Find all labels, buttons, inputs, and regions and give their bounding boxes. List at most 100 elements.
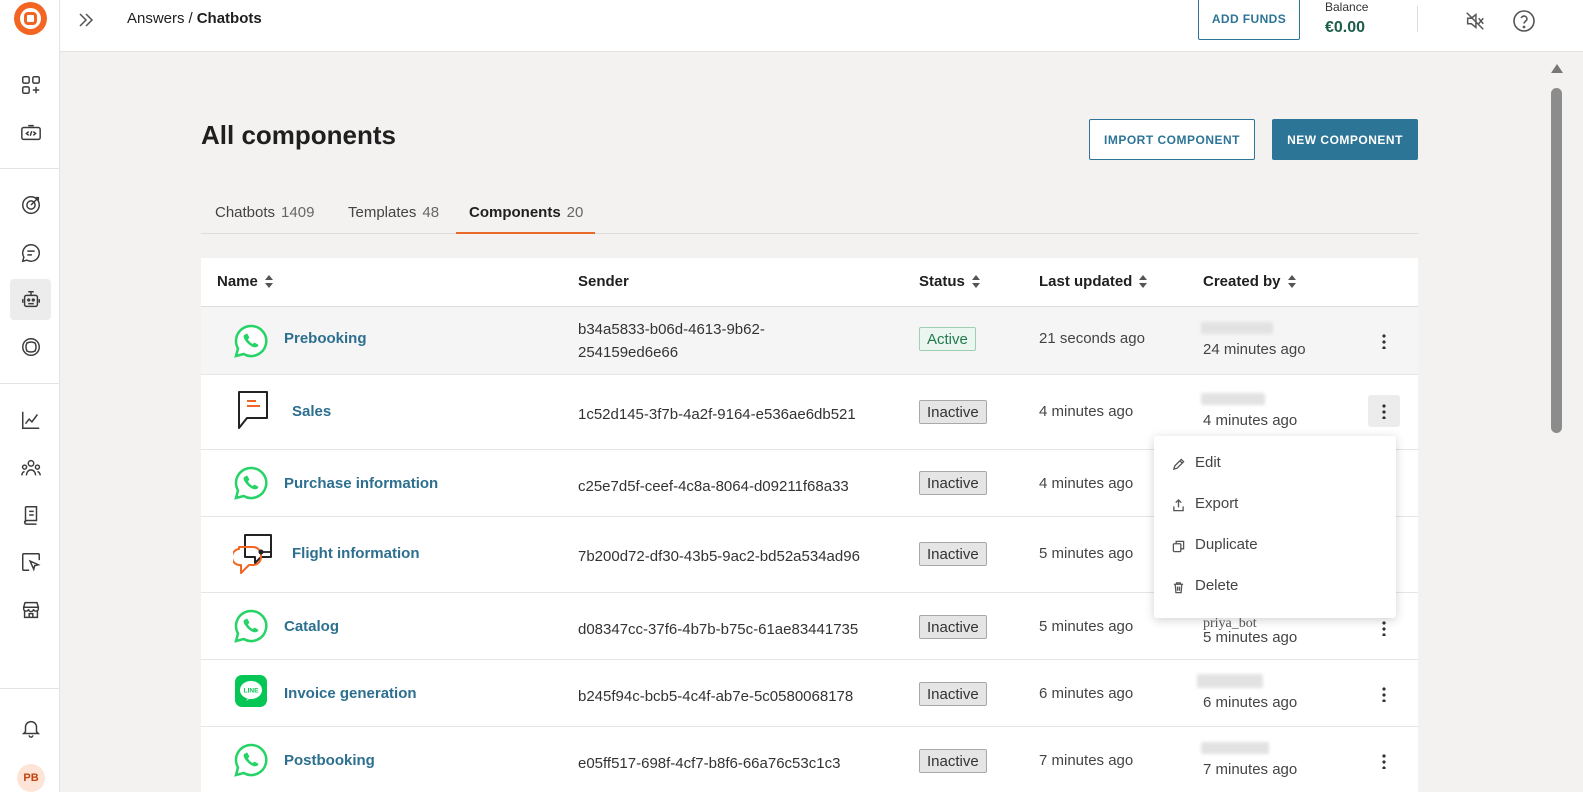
column-label: Sender bbox=[578, 273, 629, 290]
page-title: All components bbox=[201, 120, 397, 150]
redacted-creator bbox=[1201, 742, 1269, 754]
brand-logo-icon[interactable] bbox=[14, 2, 47, 35]
scroll-thumb[interactable] bbox=[1551, 88, 1562, 433]
expand-sidebar-icon[interactable] bbox=[76, 10, 96, 30]
status-badge: Inactive bbox=[919, 615, 987, 639]
row-name-link[interactable]: Purchase information bbox=[284, 475, 438, 492]
sort-icon[interactable] bbox=[1138, 275, 1148, 289]
breadcrumb-current: Chatbots bbox=[196, 10, 262, 27]
whatsapp-icon bbox=[234, 743, 268, 777]
store-icon[interactable] bbox=[10, 589, 51, 630]
duplicate-icon bbox=[1172, 540, 1185, 553]
whatsapp-icon bbox=[234, 466, 268, 500]
trash-icon bbox=[1173, 582, 1184, 594]
status-badge: Active bbox=[919, 327, 976, 351]
row-name-link[interactable]: Sales bbox=[292, 403, 331, 420]
tab-components[interactable]: Components 20 bbox=[456, 196, 596, 234]
apps-icon[interactable] bbox=[10, 64, 51, 105]
new-component-button[interactable]: NEW COMPONENT bbox=[1272, 119, 1418, 160]
sort-icon[interactable] bbox=[971, 275, 981, 289]
book-icon[interactable] bbox=[10, 494, 51, 535]
analytics-icon[interactable] bbox=[10, 399, 51, 440]
row-created-by: 4 minutes ago bbox=[1203, 412, 1298, 429]
export-icon bbox=[1173, 499, 1184, 512]
svg-text:LINE: LINE bbox=[244, 688, 259, 695]
row-name-link[interactable]: Prebooking bbox=[284, 330, 367, 347]
ai-icon[interactable] bbox=[10, 326, 51, 367]
partial-creator-name: priya_bot bbox=[1203, 616, 1257, 631]
whatsapp-icon bbox=[234, 324, 268, 358]
select-icon[interactable] bbox=[10, 541, 51, 582]
balance-label: Balance bbox=[1325, 0, 1369, 14]
sidebar-divider bbox=[0, 688, 59, 689]
avatar[interactable]: PB bbox=[17, 764, 45, 792]
column-header-sender: Sender bbox=[578, 273, 629, 290]
live-chat-icon bbox=[233, 534, 272, 574]
sound-muted-icon[interactable] bbox=[1464, 10, 1486, 32]
row-last-updated: 4 minutes ago bbox=[1039, 475, 1134, 492]
table-row[interactable]: Prebooking b34a5833-b06d-4613-9b62-25415… bbox=[201, 307, 1418, 375]
row-name-link[interactable]: Invoice generation bbox=[284, 685, 417, 702]
menu-item-delete[interactable]: Delete bbox=[1154, 565, 1396, 606]
row-created-by: 6 minutes ago bbox=[1203, 694, 1298, 711]
table-row[interactable]: LINE Invoice generation b245f94c-bcb5-4c… bbox=[201, 660, 1418, 727]
row-sender: 1c52d145-3f7b-4a2f-9164-e536ae6db521 bbox=[578, 406, 856, 423]
menu-item-duplicate[interactable]: Duplicate bbox=[1154, 524, 1396, 565]
add-funds-button[interactable]: ADD FUNDS bbox=[1198, 0, 1300, 40]
row-name-link[interactable]: Flight information bbox=[292, 545, 419, 562]
column-header-status[interactable]: Status bbox=[919, 273, 981, 290]
tab-templates[interactable]: Templates 48 bbox=[348, 196, 439, 234]
row-sender: 7b200d72-df30-43b5-9ac2-bd52a534ad96 bbox=[578, 548, 860, 565]
tab-label: Templates bbox=[348, 204, 417, 221]
column-header-name[interactable]: Name bbox=[217, 273, 274, 290]
table-header: Name Sender Status Last updated Created … bbox=[201, 258, 1418, 307]
import-component-button[interactable]: IMPORT COMPONENT bbox=[1089, 119, 1255, 160]
breadcrumb-parent[interactable]: Answers bbox=[127, 10, 185, 27]
row-more-icon[interactable] bbox=[1368, 678, 1400, 710]
breadcrumb-separator: / bbox=[188, 10, 193, 27]
menu-item-label: Export bbox=[1195, 495, 1239, 512]
page-scrollbar[interactable] bbox=[1548, 56, 1564, 792]
menu-item-export[interactable]: Export bbox=[1154, 483, 1396, 524]
row-more-icon[interactable] bbox=[1368, 745, 1400, 777]
row-context-menu: Edit Export Duplicate Delete bbox=[1154, 436, 1396, 618]
row-sender: b245f94c-bcb5-4c4f-ab7e-5c0580068178 bbox=[578, 688, 854, 705]
row-last-updated: 5 minutes ago bbox=[1039, 618, 1134, 635]
column-label: Created by bbox=[1203, 273, 1281, 290]
sort-icon[interactable] bbox=[1287, 275, 1297, 289]
table-row[interactable]: Postbooking e05ff517-698f-4cf7-b8f6-66a7… bbox=[201, 727, 1418, 792]
menu-item-edit[interactable]: Edit bbox=[1154, 442, 1396, 483]
sort-icon[interactable] bbox=[264, 275, 274, 289]
row-sender: c25e7d5f-ceef-4c8a-8064-d09211f68a33 bbox=[578, 478, 849, 495]
tab-label: Chatbots bbox=[215, 204, 276, 221]
tab-label: Components bbox=[469, 204, 561, 221]
row-created-by: 24 minutes ago bbox=[1203, 341, 1306, 358]
menu-item-label: Delete bbox=[1195, 577, 1239, 594]
column-header-created-by[interactable]: Created by bbox=[1203, 273, 1297, 290]
row-more-icon[interactable] bbox=[1368, 325, 1400, 357]
sidebar-divider bbox=[0, 168, 59, 169]
scroll-up-arrow-icon[interactable] bbox=[1551, 64, 1563, 73]
robot-icon[interactable] bbox=[10, 279, 51, 320]
row-name-link[interactable]: Postbooking bbox=[284, 752, 375, 769]
row-last-updated: 7 minutes ago bbox=[1039, 752, 1134, 769]
help-icon[interactable] bbox=[1512, 9, 1536, 33]
line-icon: LINE bbox=[235, 675, 267, 707]
menu-item-label: Duplicate bbox=[1195, 536, 1258, 553]
sidebar: PB bbox=[0, 0, 60, 792]
row-name-link[interactable]: Catalog bbox=[284, 618, 339, 635]
target-icon[interactable] bbox=[10, 184, 51, 225]
chat-icon[interactable] bbox=[10, 232, 51, 273]
tab-chatbots[interactable]: Chatbots 1409 bbox=[215, 196, 314, 234]
column-label: Last updated bbox=[1039, 273, 1133, 290]
row-created-by: 7 minutes ago bbox=[1203, 761, 1298, 778]
code-icon[interactable] bbox=[10, 112, 51, 153]
column-header-last-updated[interactable]: Last updated bbox=[1039, 273, 1148, 290]
tab-count: 48 bbox=[422, 204, 440, 221]
status-badge: Inactive bbox=[919, 400, 987, 424]
row-more-icon[interactable] bbox=[1368, 395, 1400, 427]
bell-icon[interactable] bbox=[10, 707, 51, 748]
people-icon[interactable] bbox=[10, 447, 51, 488]
redacted-creator bbox=[1201, 393, 1265, 405]
row-last-updated: 6 minutes ago bbox=[1039, 685, 1134, 702]
